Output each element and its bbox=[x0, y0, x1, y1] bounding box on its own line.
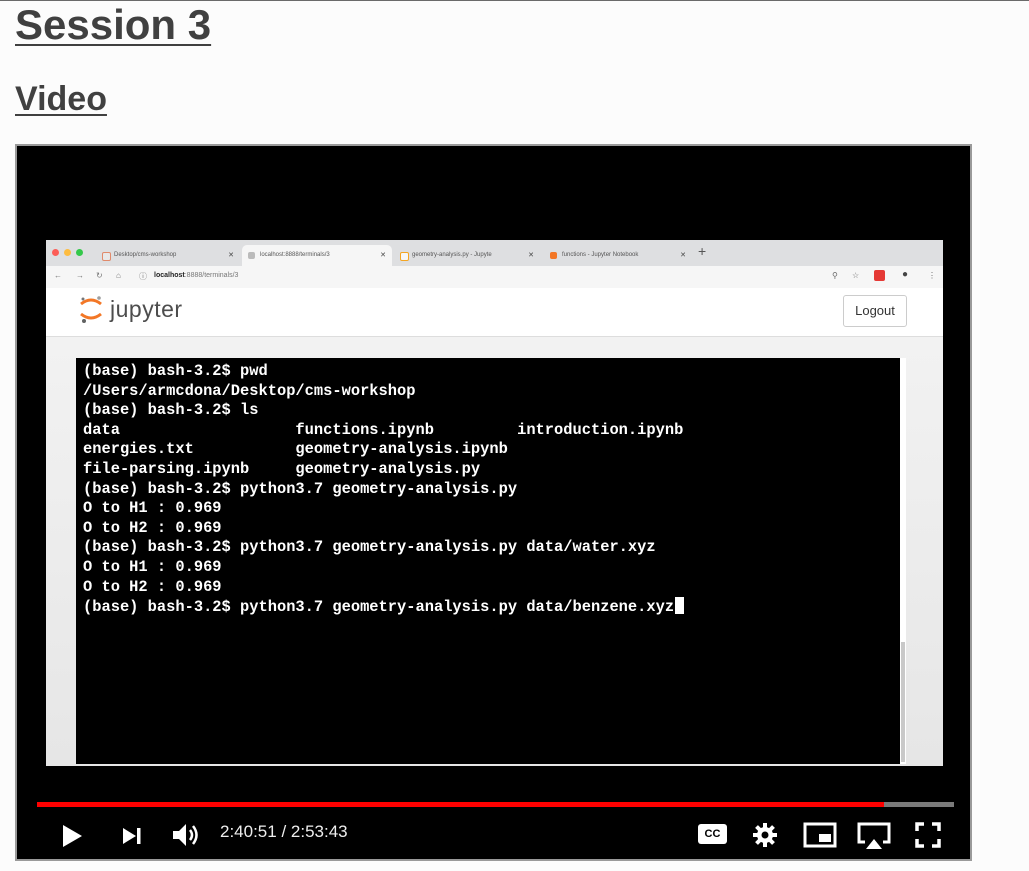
browser-tab: geometry-analysis.py - Jupyte ✕ bbox=[394, 245, 540, 266]
terminal-line: (base) bash-3.2$ python3.7 geometry-anal… bbox=[83, 479, 518, 498]
tab-label: geometry-analysis.py - Jupyte bbox=[412, 252, 492, 258]
terminal-line: data functions.ipynb introduction.ipynb bbox=[83, 420, 684, 439]
tab-close-icon: ✕ bbox=[228, 252, 234, 259]
browser-tab: Desktop/cms-workshop ✕ bbox=[96, 245, 240, 266]
logout-button: Logout bbox=[843, 295, 907, 327]
tab-favicon-icon bbox=[248, 252, 255, 259]
terminal-line: O to H2 : 0.969 bbox=[83, 577, 222, 596]
time-display: 2:40:51 / 2:53:43 bbox=[220, 822, 348, 841]
terminal-line: file-parsing.ipynb geometry-analysis.py bbox=[83, 459, 481, 478]
terminal-line: O to H1 : 0.969 bbox=[83, 499, 222, 518]
tab-favicon-icon bbox=[550, 252, 557, 259]
reload-icon: ↻ bbox=[96, 271, 103, 280]
url-host: localhost bbox=[154, 272, 185, 279]
terminal-line: (base) bash-3.2$ python3.7 geometry-anal… bbox=[83, 597, 685, 617]
bookmark-star-icon: ☆ bbox=[852, 271, 860, 280]
progress-bar[interactable] bbox=[37, 802, 954, 807]
profile-icon: ● bbox=[902, 269, 909, 280]
tab-close-icon: ✕ bbox=[680, 252, 686, 259]
url-path: :8888/terminals/3 bbox=[184, 272, 239, 279]
close-window-dot bbox=[52, 249, 59, 256]
volume-icon[interactable] bbox=[172, 822, 202, 848]
section-heading: Video bbox=[15, 80, 107, 118]
menu-dots-icon: ⋮ bbox=[928, 271, 936, 280]
tab-label: Desktop/cms-workshop bbox=[114, 252, 177, 258]
terminal-line: (base) bash-3.2$ ls bbox=[83, 401, 259, 420]
zoom-icon: ⚲ bbox=[832, 271, 838, 280]
terminal-line: O to H2 : 0.969 bbox=[83, 518, 222, 537]
play-icon[interactable] bbox=[61, 824, 83, 848]
terminal: (base) bash-3.2$ pwd/Users/armcdona/Desk… bbox=[76, 358, 906, 764]
terminal-line: energies.txt geometry-analysis.ipynb bbox=[83, 440, 508, 459]
back-arrow-icon: ← bbox=[54, 271, 62, 280]
embedded-browser-window: Desktop/cms-workshop ✕ localhost:8888/te… bbox=[46, 240, 943, 766]
info-icon: ⓘ bbox=[139, 272, 147, 281]
video-player[interactable]: Desktop/cms-workshop ✕ localhost:8888/te… bbox=[15, 144, 972, 861]
new-tab-icon: + bbox=[698, 243, 707, 259]
browser-tab: functions - Jupyter Notebook ✕ bbox=[544, 245, 692, 266]
forward-arrow-icon: → bbox=[76, 271, 84, 280]
terminal-line: (base) bash-3.2$ python3.7 geometry-anal… bbox=[83, 538, 656, 557]
terminal-line: O to H1 : 0.969 bbox=[83, 557, 222, 576]
browser-tabstrip: Desktop/cms-workshop ✕ localhost:8888/te… bbox=[46, 240, 943, 266]
minimize-window-dot bbox=[64, 249, 71, 256]
tab-close-icon: ✕ bbox=[528, 252, 534, 259]
terminal-output: (base) bash-3.2$ pwd/Users/armcdona/Desk… bbox=[83, 362, 685, 617]
tab-close-icon: ✕ bbox=[380, 252, 386, 259]
terminal-cursor bbox=[675, 597, 685, 615]
terminal-container: (base) bash-3.2$ pwd/Users/armcdona/Desk… bbox=[46, 337, 943, 766]
tab-label: functions - Jupyter Notebook bbox=[562, 252, 639, 258]
browser-tab-active: localhost:8888/terminals/3 ✕ bbox=[242, 245, 392, 266]
jupyter-header: jupyter Logout bbox=[46, 288, 943, 337]
tab-favicon-icon bbox=[400, 252, 409, 261]
next-icon[interactable] bbox=[122, 826, 142, 846]
extension-icon bbox=[874, 270, 885, 281]
airplay-icon[interactable] bbox=[857, 822, 891, 850]
miniplayer-icon[interactable] bbox=[803, 822, 837, 848]
address-url: localhost:8888/terminals/3 bbox=[154, 272, 238, 279]
fullscreen-icon[interactable] bbox=[915, 822, 941, 848]
browser-address-bar: ← → ↻ ⌂ ⓘ localhost:8888/terminals/3 ⚲ ☆… bbox=[46, 266, 943, 288]
terminal-line: /Users/armcdona/Desktop/cms-workshop bbox=[83, 381, 416, 400]
tab-label: localhost:8888/terminals/3 bbox=[260, 252, 330, 258]
settings-gear-icon[interactable] bbox=[752, 822, 778, 848]
captions-icon[interactable]: CC bbox=[698, 824, 727, 844]
home-icon: ⌂ bbox=[116, 271, 121, 280]
maximize-window-dot bbox=[76, 249, 83, 256]
jupyter-logo-icon bbox=[80, 296, 102, 323]
progress-bar-fill bbox=[37, 802, 885, 807]
tab-favicon-icon bbox=[102, 252, 111, 261]
page-title: Session 3 bbox=[15, 1, 212, 48]
terminal-scrollbar bbox=[901, 642, 905, 762]
terminal-line: (base) bash-3.2$ pwd bbox=[83, 362, 268, 380]
jupyter-logo-text: jupyter bbox=[110, 296, 183, 322]
